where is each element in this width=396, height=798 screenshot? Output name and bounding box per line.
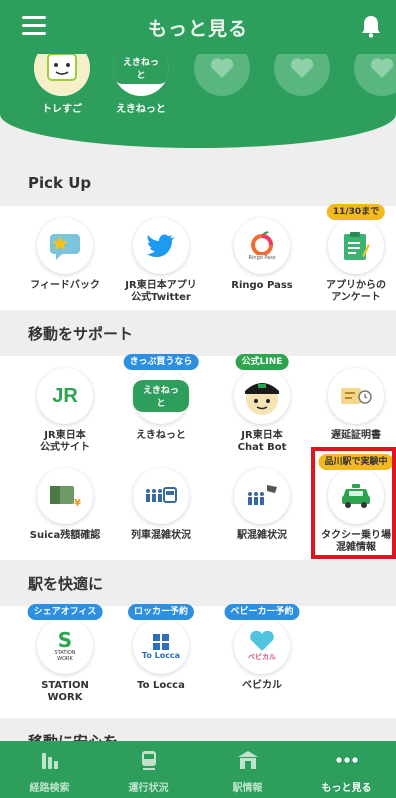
comfort-grid: シェアオフィス S STATION WORK STATION WORK ロッカー…	[0, 604, 396, 718]
tile-label: Suica残額確認	[29, 530, 101, 541]
nav-label: 運行状況	[128, 783, 169, 794]
hamburger-menu-icon[interactable]	[22, 16, 46, 36]
conductor-chatbot-icon	[234, 368, 290, 424]
favorite-label: えきねっと	[116, 104, 166, 115]
nav-label: 駅情報	[232, 783, 263, 794]
feedback-icon	[37, 218, 93, 274]
tile-label: ベビカル	[242, 680, 282, 691]
tile-suica-balance[interactable]: ¥ Suica残額確認	[19, 468, 111, 542]
delay-certificate-icon	[328, 368, 384, 424]
share-office-badge: シェアオフィス	[27, 604, 103, 620]
nav-label: もっと見る	[321, 783, 372, 794]
route-icon	[41, 753, 58, 769]
app-header: もっと見る	[0, 0, 396, 54]
ringo-pass-logo-icon: Ringo Pass	[234, 218, 290, 274]
tile-train-congestion[interactable]: 列車混雑状況	[115, 468, 207, 542]
tile-label: アプリからの アンケート	[326, 280, 386, 303]
stroller-badge: ベビーカー予約	[224, 604, 300, 620]
station-congestion-icon	[234, 468, 290, 524]
nav-route-search[interactable]: 経路検索	[0, 741, 99, 798]
tile-ekinet[interactable]: きっぷ買うなら えきねっと えきねっと	[115, 354, 207, 442]
nav-more[interactable]: もっと見る	[297, 741, 396, 798]
bottom-navigation: 経路検索 運行状況 駅情報 もっと見る	[0, 741, 396, 798]
tile-label: 遅延証明書	[331, 430, 381, 441]
pickup-grid: フィードバック JR東日本アプリ 公式Twitter Ringo Pass Ri…	[0, 204, 396, 310]
train-icon	[141, 751, 156, 770]
ticket-badge: きっぷ買うなら	[123, 354, 199, 370]
survey-clipboard-icon	[328, 218, 384, 274]
tile-label: JR東日本 公式サイト	[40, 430, 90, 453]
train-congestion-icon	[133, 468, 189, 524]
suica-balance-icon: ¥	[37, 468, 93, 524]
tile-feedback[interactable]: フィードバック	[19, 218, 111, 292]
tile-label: JR東日本アプリ 公式Twitter	[125, 280, 197, 303]
section-title-comfort: 駅を快適に	[0, 560, 396, 606]
tile-label: To Locca	[137, 680, 185, 691]
bebikaru-logo-icon: ベビカル	[234, 618, 290, 674]
tile-to-locca[interactable]: ロッカー予約 To Locca To Locca	[115, 604, 207, 692]
tile-label: 駅混雑状況	[237, 530, 287, 541]
highlight-box	[311, 447, 396, 559]
ekinet-logo-icon: えきねっと	[133, 368, 189, 424]
tile-label: STATION WORK	[41, 680, 89, 703]
tile-bebikaru[interactable]: ベビーカー予約 ベビカル ベビカル	[216, 604, 308, 692]
tile-label: 列車混雑状況	[131, 530, 191, 541]
jr-logo-icon: JR	[37, 368, 93, 424]
tile-app-survey[interactable]: 11/30まで アプリからの アンケート	[310, 204, 396, 304]
tile-label: Ringo Pass	[231, 280, 293, 291]
nav-station-info[interactable]: 駅情報	[198, 741, 297, 798]
bell-icon[interactable]	[360, 14, 382, 38]
line-badge: 公式LINE	[235, 354, 289, 370]
tile-station-congestion[interactable]: 駅混雑状況	[216, 468, 308, 542]
section-title-support: 移動をサポート	[0, 310, 396, 356]
tile-chatbot[interactable]: 公式LINE JR東日本 Chat Bot	[216, 354, 308, 454]
tile-label: フィードバック	[30, 280, 100, 291]
tile-label: えきねっと	[136, 430, 186, 441]
tile-station-work[interactable]: シェアオフィス S STATION WORK STATION WORK	[19, 604, 111, 704]
station-work-logo-icon: S STATION WORK	[37, 618, 93, 674]
svg-text:¥: ¥	[74, 498, 81, 508]
nav-label: 経路検索	[29, 783, 70, 794]
twitter-bird-icon	[133, 218, 189, 274]
section-title-pickup: Pick Up	[0, 160, 396, 206]
tile-delay-certificate[interactable]: 遅延証明書	[310, 368, 396, 442]
nav-operation-status[interactable]: 運行状況	[99, 741, 198, 798]
tile-label: JR東日本 Chat Bot	[237, 430, 287, 453]
locker-badge: ロッカー予約	[127, 604, 195, 620]
tile-ringo-pass[interactable]: Ringo Pass Ringo Pass	[216, 218, 308, 292]
station-icon	[237, 751, 258, 769]
to-locca-logo-icon: To Locca	[133, 618, 189, 674]
more-icon	[335, 757, 358, 763]
tile-jr-east-official[interactable]: JR JR東日本 公式サイト	[19, 368, 111, 454]
deadline-badge: 11/30まで	[326, 204, 386, 220]
tile-official-twitter[interactable]: JR東日本アプリ 公式Twitter	[115, 218, 207, 304]
favorite-label: トレすご	[42, 104, 82, 115]
page-title: もっと見る	[147, 17, 248, 40]
